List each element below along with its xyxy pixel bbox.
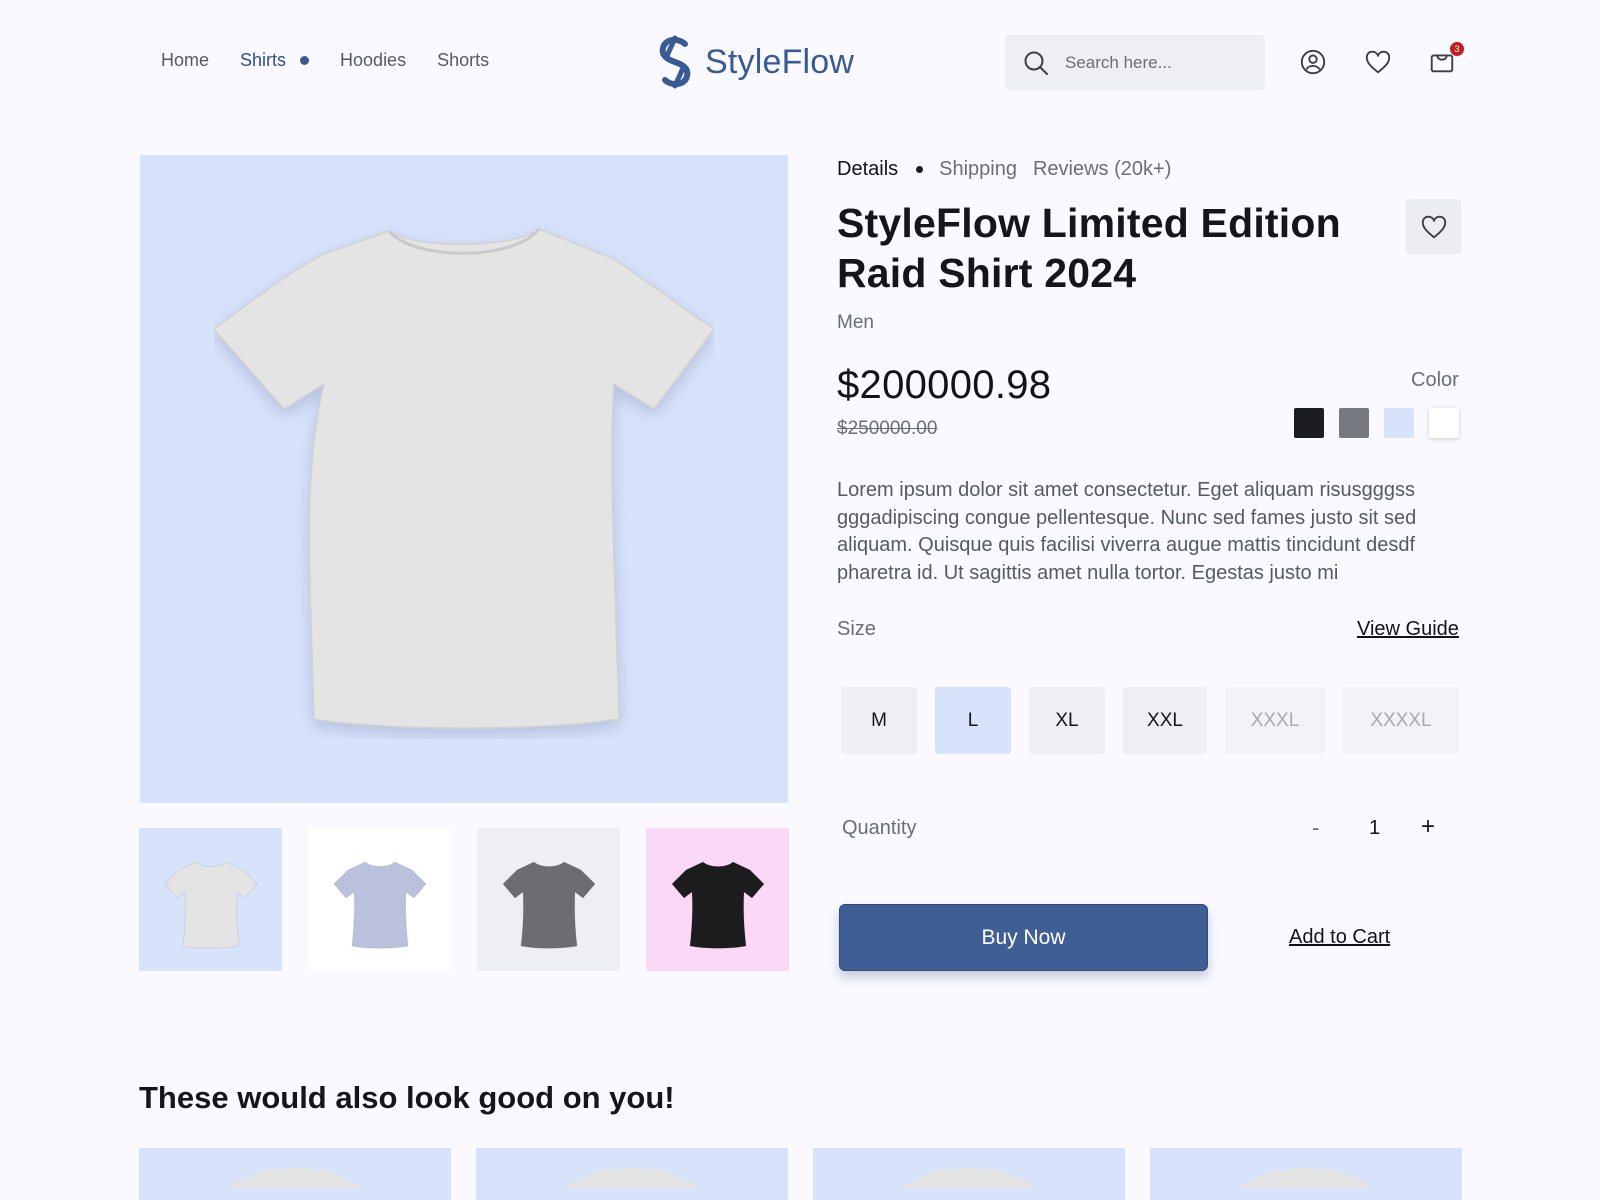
thumbnail-shirt-image [501,860,596,949]
recommended-product-card[interactable] [139,1148,451,1200]
size-label: Size [837,618,876,640]
recommendations-list [139,1148,1462,1200]
color-swatch-white[interactable] [1429,408,1459,438]
product-category: Men [837,312,874,333]
brand-name: StyleFlow [705,42,855,81]
thumbnail-shirt-image [163,860,258,949]
recommendations-title: These would also look good on you! [139,1080,675,1115]
account-button[interactable] [1298,47,1328,77]
logo-icon [659,35,691,89]
size-option-xxxxl: XXXXL [1343,687,1459,754]
product-tabs: Details Shipping Reviews (20k+) [837,158,1187,181]
size-option-xxl[interactable]: XXL [1123,687,1207,754]
wishlist-button[interactable] [1363,47,1393,77]
product-price: $200000.98 [837,363,1052,407]
recommended-shirt-image [1236,1168,1376,1188]
tshirt-image [214,228,714,729]
thumbnail-2[interactable] [308,828,451,971]
quantity-label: Quantity [842,817,917,839]
heart-icon [1421,215,1446,238]
main-nav: Home Shirts Hoodies Shorts [161,50,520,71]
tab-shipping[interactable]: Shipping [939,158,1017,181]
thumbnail-strip [139,828,789,971]
quantity-increase-button[interactable]: + [1421,813,1435,841]
product-page: Home Shirts Hoodies Shorts StyleFlow Sea… [0,0,1600,1200]
color-swatch-gray[interactable] [1339,408,1369,438]
product-title: StyleFlow Limited Edition Raid Shirt 202… [837,200,1341,296]
size-option-xxxl: XXXL [1225,687,1325,754]
recommended-product-card[interactable] [813,1148,1125,1200]
add-to-cart-link[interactable]: Add to Cart [1289,926,1390,949]
product-description: Lorem ipsum dolor sit amet consectetur. … [837,479,1417,584]
nav-shorts[interactable]: Shorts [437,50,489,71]
search-box[interactable] [1005,35,1265,90]
search-icon [1024,51,1048,75]
recommended-shirt-image [562,1168,702,1188]
nav-home[interactable]: Home [161,50,209,71]
cart-count-badge: 3 [1450,42,1464,56]
nav-shirts[interactable]: Shirts [240,50,310,71]
thumbnail-4[interactable] [646,828,789,971]
active-indicator [300,56,310,65]
heart-icon [1365,50,1391,74]
color-swatch-light-blue[interactable] [1384,408,1414,438]
color-label: Color [1411,369,1459,391]
nav-hoodies[interactable]: Hoodies [340,50,406,71]
active-tab-indicator [916,166,924,173]
color-swatches [1294,408,1459,438]
thumbnail-shirt-image [332,860,427,949]
brand-logo[interactable]: StyleFlow [655,34,854,90]
original-price: $250000.00 [837,418,938,439]
recommended-shirt-image [899,1168,1039,1188]
nav-shirts-label: Shirts [240,50,287,70]
size-option-m[interactable]: M [841,687,917,754]
recommended-product-card[interactable] [1150,1148,1462,1200]
favorite-button[interactable] [1406,199,1461,254]
tab-reviews[interactable]: Reviews (20k+) [1033,158,1171,181]
user-icon [1300,49,1326,75]
buy-now-button[interactable]: Buy Now [839,904,1208,971]
thumbnail-1[interactable] [139,828,282,971]
thumbnail-shirt-image [670,860,765,949]
tab-details[interactable]: Details [837,158,898,181]
main-product-image [140,155,788,803]
size-option-l[interactable]: L [935,687,1011,754]
search-input[interactable] [1065,52,1245,73]
recommended-product-card[interactable] [476,1148,788,1200]
size-options: M L XL XXL XXXL XXXXL [841,687,1477,754]
recommended-shirt-image [225,1168,365,1188]
size-option-xl[interactable]: XL [1029,687,1105,754]
quantity-decrease-button[interactable]: - [1312,815,1319,841]
color-swatch-black[interactable] [1294,408,1324,438]
cart-button[interactable]: 3 [1427,42,1464,77]
thumbnail-3[interactable] [477,828,620,971]
quantity-value: 1 [1369,817,1381,839]
view-guide-link[interactable]: View Guide [1357,618,1459,641]
